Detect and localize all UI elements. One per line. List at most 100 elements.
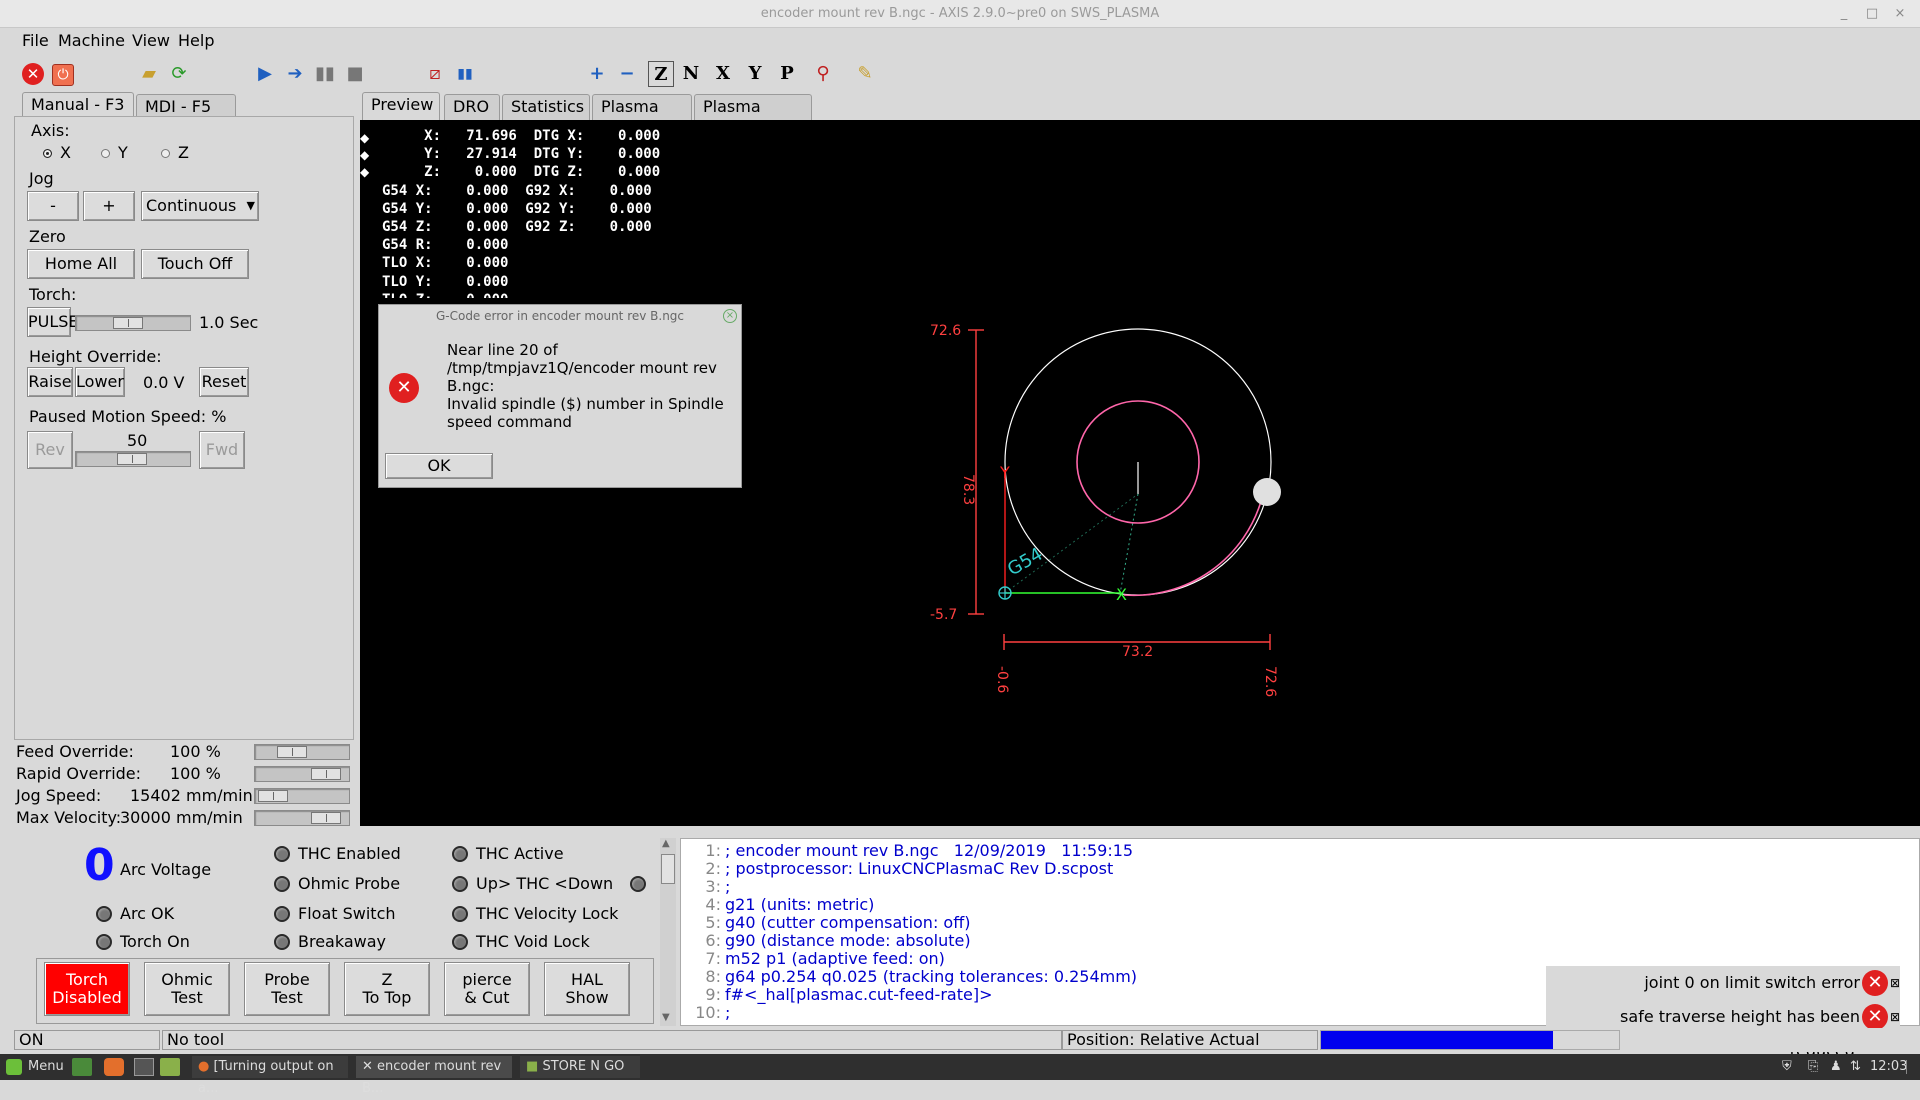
task-store-n-go[interactable]: ■ STORE N GO [520,1056,640,1078]
gcode-line[interactable]: 3:; [681,877,730,896]
height-reset-button[interactable]: Reset [199,367,249,397]
pulse-slider[interactable] [75,315,191,331]
task-browser[interactable]: ● [Turning output on a... [192,1056,348,1096]
axis-x-radio[interactable]: X [43,143,71,162]
paused-speed-knob[interactable] [117,453,147,465]
tab-preview[interactable]: Preview [362,92,440,120]
scroll-down-icon[interactable]: ▼ [662,1012,670,1023]
fwd-button[interactable]: Fwd [199,431,245,469]
max-velocity-knob[interactable] [311,812,341,824]
task-label: encoder mount rev B... [362,1059,502,1096]
axis-z-radio[interactable]: Z [161,143,189,162]
rapid-override-slider[interactable] [254,766,350,782]
ohmic-test-button[interactable]: Ohmic Test [144,962,230,1016]
touch-off-button[interactable]: Touch Off [141,249,249,279]
view-z-icon[interactable]: Z [648,61,674,87]
gcode-line[interactable]: 9: f#<_hal[plasmac.cut-feed-rate]> [681,985,992,1004]
view-p-icon[interactable]: P [774,61,800,87]
gcode-line[interactable]: 1:; encoder mount rev B.ngc 12/09/2019 1… [681,841,1133,860]
gcode-line-number: 9: [705,985,721,1004]
home-all-button[interactable]: Home All [27,249,135,279]
desktop-icon[interactable] [72,1058,92,1076]
tab-dro[interactable]: DRO [444,94,500,120]
menu-help[interactable]: Help [178,31,214,50]
feed-override-slider[interactable] [254,744,350,760]
gcode-line[interactable]: 5: g40 (cutter compensation: off) [681,913,970,932]
gcode-line[interactable]: 4: g21 (units: metric) [681,895,874,914]
pause-icon[interactable]: ▮▮ [312,61,338,87]
zoom-out-icon[interactable]: − [614,61,640,87]
pulse-slider-knob[interactable] [113,317,143,329]
pierce-cut-button[interactable]: pierce & Cut [444,962,530,1016]
block-delete-icon[interactable]: ⧄ [422,61,448,87]
scrollbar-thumb[interactable] [661,854,675,884]
reload-icon[interactable]: ⟳ [166,61,192,87]
network-icon[interactable]: ⇅ [1850,1056,1861,1078]
gcode-scrollbar[interactable]: ▲ ▼ [660,838,676,1026]
z-to-top-button[interactable]: Z To Top [344,962,430,1016]
terminal-icon[interactable] [134,1058,154,1076]
lower-button[interactable]: Lower [75,367,125,397]
ohmic-probe-label: Ohmic Probe [298,874,401,893]
jog-plus-button[interactable]: + [83,191,135,221]
close-icon[interactable]: ⊠ [1890,966,1900,1000]
thc-void-lock-led [452,934,468,950]
gcode-line[interactable]: 7: m52 p1 (adaptive feed: on) [681,949,944,968]
gcode-line[interactable]: 10:; [681,1003,730,1022]
torch-disabled-button[interactable]: Torch Disabled [44,962,130,1016]
rotate-icon[interactable]: ⚲ [810,61,836,87]
tab-plasma-run[interactable]: Plasma Run [592,94,692,140]
menu-file[interactable]: File [22,31,49,50]
menu-machine[interactable]: Machine [58,31,125,50]
maximize-icon[interactable]: □ [1862,4,1882,24]
zero-label: Zero [29,227,66,246]
optional-stop-icon[interactable]: ▮▮ [452,61,478,87]
user-icon[interactable]: ♟ [1830,1056,1842,1078]
jog-speed-knob[interactable] [258,790,288,802]
feed-override-knob[interactable] [277,746,307,758]
gcode-line[interactable]: 2:; postprocessor: LinuxCNCPlasmaC Rev D… [681,859,1113,878]
open-icon[interactable]: ▰ [136,61,162,87]
start-menu[interactable]: Menu [6,1056,64,1078]
paused-speed-slider[interactable] [75,451,191,467]
power-icon[interactable]: ⏻ [50,61,76,87]
tab-statistics[interactable]: Statistics [502,94,590,120]
task-axis[interactable]: ✕ encoder mount rev B... [356,1056,512,1096]
close-window-icon[interactable]: × [1890,4,1910,24]
files-icon[interactable] [160,1058,180,1076]
view-x-icon[interactable]: X [710,61,736,87]
stop-icon[interactable]: ■ [342,61,368,87]
gcode-line[interactable]: 8: g64 p0.254 q0.025 (tracking tolerances… [681,967,1137,986]
probe-test-button[interactable]: Probe Test [244,962,330,1016]
run-icon[interactable]: ▶ [252,61,278,87]
zoom-in-icon[interactable]: + [584,61,610,87]
jog-mode-select[interactable]: Continuous ▼ [141,191,259,221]
hal-show-button[interactable]: HAL Show [544,962,630,1016]
raise-button[interactable]: Raise [27,367,73,397]
view-y-icon[interactable]: Y [742,61,768,87]
gcode-line[interactable]: 6: g90 (distance mode: absolute) [681,931,970,950]
clear-icon[interactable]: ✎ [852,61,878,87]
axis-y-radio[interactable]: Y [101,143,128,162]
gcode-line-text: ; [725,1003,731,1022]
rapid-override-knob[interactable] [311,768,341,780]
view-z2-icon[interactable]: N [678,61,704,87]
rev-button[interactable]: Rev [27,431,73,469]
max-velocity-slider[interactable] [254,810,350,826]
tab-plasma-config[interactable]: Plasma Config [694,94,812,140]
firefox-icon[interactable] [104,1058,124,1076]
show-desktop-button[interactable] [1906,1060,1916,1074]
scroll-up-icon[interactable]: ▲ [662,838,670,849]
height-override-label: Height Override: [29,347,162,366]
pulse-button[interactable]: PULSE [27,307,79,337]
minimize-icon[interactable]: _ [1834,4,1854,24]
shield-icon[interactable]: ⛨ [1782,1056,1792,1078]
clipboard-icon[interactable]: ⎘ [1808,1056,1818,1078]
dialog-close-icon[interactable]: × [723,309,737,323]
jog-minus-button[interactable]: - [27,191,79,221]
dialog-ok-button[interactable]: OK [385,453,493,479]
jog-speed-slider[interactable] [254,788,350,804]
estop-icon[interactable]: ✕ [20,61,46,87]
step-icon[interactable]: ➔ [282,61,308,87]
menu-view[interactable]: View [132,31,170,50]
